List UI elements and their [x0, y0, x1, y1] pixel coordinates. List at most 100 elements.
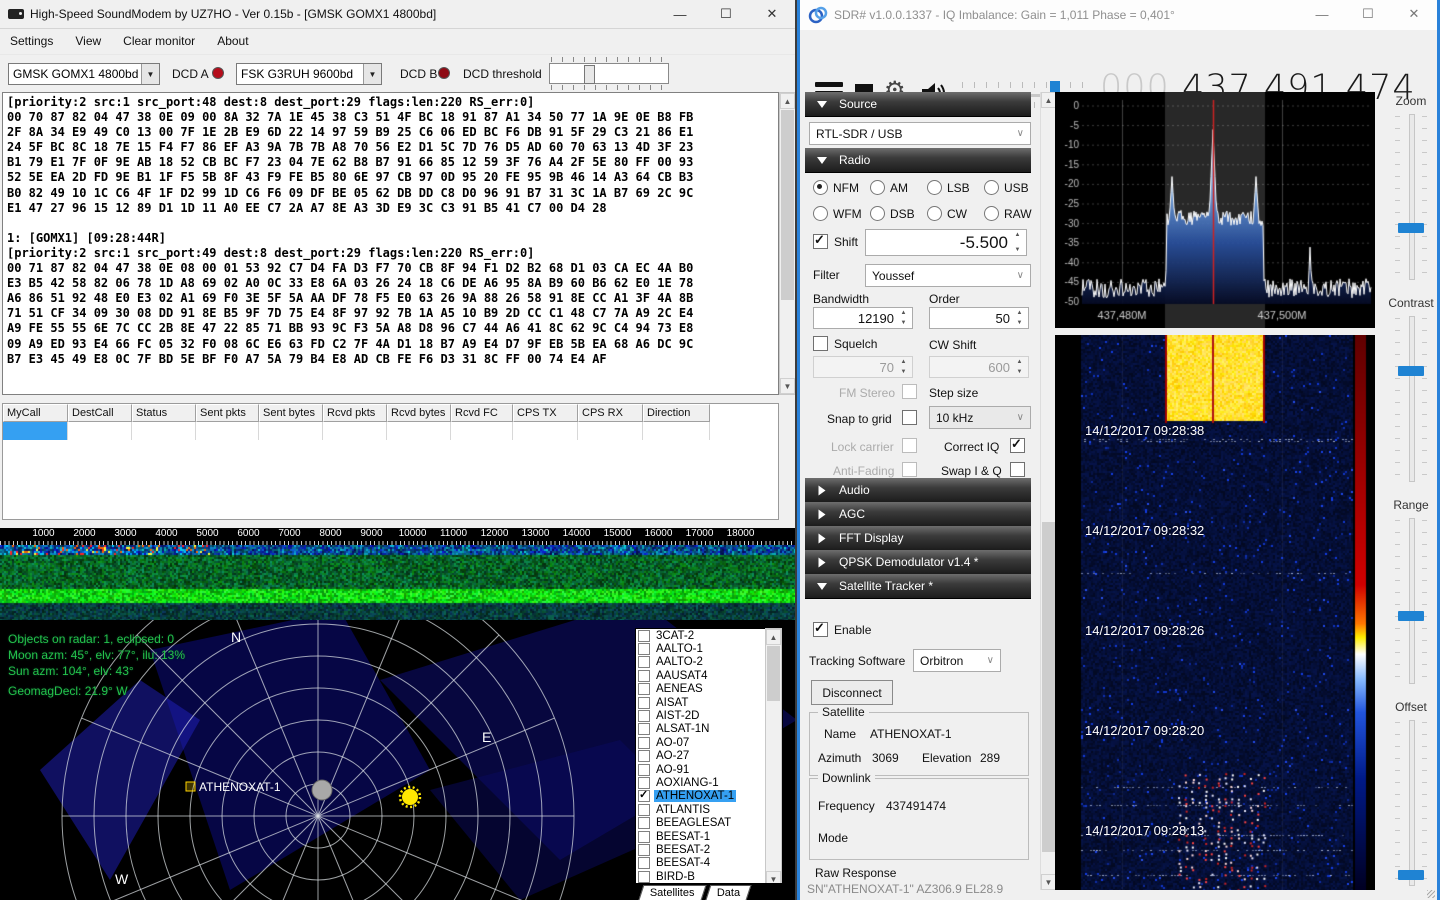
radio-button[interactable] [813, 180, 828, 195]
satellite-checkbox[interactable] [638, 857, 650, 869]
disconnect-button[interactable]: Disconnect [811, 680, 893, 705]
source-select[interactable]: RTL-SDR / USB∨ [809, 122, 1031, 145]
table-header-cell[interactable]: Status [132, 404, 196, 422]
satellite-list-item[interactable]: BEEAGLESAT [636, 816, 782, 829]
swap-iq-checkbox[interactable] [1010, 462, 1025, 477]
spectrum-display[interactable] [1055, 92, 1375, 328]
bandwidth-input[interactable]: 12190▲▼ [813, 307, 913, 329]
menu-item[interactable]: Clear monitor [123, 34, 195, 48]
snap-to-grid-checkbox[interactable] [902, 410, 917, 425]
offset-slider[interactable]: Offset [1385, 698, 1437, 900]
scroll-up-arrow[interactable]: ▲ [780, 93, 795, 109]
menu-item[interactable]: View [75, 34, 101, 48]
radio-button[interactable] [984, 206, 999, 221]
radio-button[interactable] [984, 180, 999, 195]
slider-handle[interactable] [1398, 870, 1424, 880]
contrast-slider[interactable]: Contrast [1385, 294, 1437, 496]
satellite-list-item[interactable]: AALTO-2 [636, 656, 782, 669]
scroll-thumb[interactable] [767, 646, 780, 701]
minimize-button[interactable]: — [657, 0, 703, 28]
slider-handle[interactable] [1398, 366, 1424, 376]
zoom-slider[interactable]: Zoom [1385, 92, 1437, 294]
slider-handle[interactable] [1398, 611, 1424, 621]
satellite-checkbox[interactable] [638, 790, 650, 802]
tracking-software-select[interactable]: Orbitron∨ [913, 649, 1001, 672]
filter-select[interactable]: Youssef∨ [865, 264, 1031, 287]
shift-checkbox[interactable] [813, 234, 828, 249]
satellite-checkbox[interactable] [638, 844, 650, 856]
satellite-list-item[interactable]: AISAT [636, 696, 782, 709]
tab-data[interactable]: Data [705, 885, 751, 900]
resize-grip[interactable] [1427, 890, 1435, 898]
satellite-checkbox[interactable] [638, 831, 650, 843]
satellite-list-item[interactable]: AO-27 [636, 750, 782, 763]
satellite-list-item[interactable]: AO-91 [636, 763, 782, 776]
maximize-button[interactable]: ☐ [1345, 0, 1391, 28]
radio-mode-cw[interactable]: CW [927, 206, 967, 221]
satellite-checkbox[interactable] [638, 817, 650, 829]
satellite-checkbox[interactable] [638, 643, 650, 655]
menu-item[interactable]: Settings [10, 34, 53, 48]
minimize-button[interactable]: — [1299, 0, 1345, 28]
scroll-down-arrow[interactable]: ▼ [780, 378, 795, 394]
table-header-cell[interactable]: Rcvd bytes [387, 404, 451, 422]
squelch-checkbox[interactable] [813, 336, 828, 351]
section-fft-display[interactable]: FFT Display [805, 526, 1031, 551]
table-header-cell[interactable]: Sent bytes [259, 404, 323, 422]
scroll-down-arrow[interactable]: ▼ [1041, 874, 1056, 890]
satellite-checkbox[interactable] [638, 670, 650, 682]
satellite-checkbox[interactable] [638, 710, 650, 722]
satellite-list-item[interactable]: AALTO-1 [636, 642, 782, 655]
soundmodem-waterfall[interactable] [0, 545, 797, 620]
modem-b-select[interactable]: FSK G3RUH 9600bd ▼ [236, 63, 382, 85]
slider-handle[interactable] [1398, 223, 1424, 233]
threshold-slider-handle[interactable] [584, 65, 595, 84]
table-header-cell[interactable]: Rcvd FC [451, 404, 513, 422]
radio-mode-am[interactable]: AM [870, 180, 908, 195]
enable-checkbox[interactable] [813, 622, 828, 637]
satellite-checkbox[interactable] [638, 630, 650, 642]
section-satellite-tracker[interactable]: Satellite Tracker * [805, 574, 1031, 599]
radio-mode-nfm[interactable]: NFM [813, 180, 859, 195]
monitor-textarea[interactable]: [priority:2 src:1 src_port:48 dest:8 des… [2, 92, 779, 395]
radio-mode-wfm[interactable]: WFM [813, 206, 862, 221]
panel-scrollbar[interactable]: ▲ ▼ [1040, 92, 1056, 890]
selected-cell[interactable] [3, 422, 68, 440]
section-source[interactable]: Source [805, 92, 1031, 117]
range-slider[interactable]: Range [1385, 496, 1437, 698]
satellite-list-item[interactable]: BEESAT-2 [636, 843, 782, 856]
chevron-down-icon[interactable]: ▼ [141, 64, 159, 84]
table-header-cell[interactable]: DestCall [68, 404, 132, 422]
satellite-checkbox[interactable] [638, 697, 650, 709]
tab-satellites[interactable]: Satellites [639, 885, 707, 900]
satellite-checkbox[interactable] [638, 804, 650, 816]
satellite-list-scrollbar[interactable]: ▲ ▼ [765, 628, 782, 888]
modem-a-select[interactable]: GMSK GOMX1 4800bd ▼ [8, 63, 160, 85]
satellite-list-item[interactable]: ATHENOXAT-1 [636, 790, 782, 803]
section-radio[interactable]: Radio [805, 148, 1031, 173]
table-header-cell[interactable]: Rcvd pkts [323, 404, 387, 422]
menu-item[interactable]: About [217, 34, 248, 48]
order-input[interactable]: 50▲▼ [929, 307, 1029, 329]
satellite-list-item[interactable]: AO-07 [636, 736, 782, 749]
satellite-marker[interactable] [186, 782, 195, 791]
satellite-list-item[interactable]: AENEAS [636, 683, 782, 696]
satellite-checkbox[interactable] [638, 683, 650, 695]
table-header-cell[interactable]: Direction [643, 404, 710, 422]
satellite-checkbox[interactable] [638, 737, 650, 749]
maximize-button[interactable]: ☐ [703, 0, 749, 28]
section-audio[interactable]: Audio [805, 478, 1031, 503]
scroll-thumb[interactable] [1042, 522, 1055, 852]
satellite-checkbox[interactable] [638, 723, 650, 735]
satellite-checkbox[interactable] [638, 656, 650, 668]
monitor-scrollbar[interactable]: ▲ ▼ [779, 92, 796, 395]
radio-mode-raw[interactable]: RAW [984, 206, 1032, 221]
satellite-list-item[interactable]: ATLANTIS [636, 803, 782, 816]
radio-button[interactable] [813, 206, 828, 221]
radio-button[interactable] [927, 206, 942, 221]
satellite-checkbox[interactable] [638, 764, 650, 776]
satellite-checkbox[interactable] [638, 871, 650, 883]
satellite-list-item[interactable]: AIST-2D [636, 709, 782, 722]
spinner-arrows[interactable]: ▲▼ [1011, 232, 1024, 253]
table-header-cell[interactable]: CPS RX [578, 404, 643, 422]
